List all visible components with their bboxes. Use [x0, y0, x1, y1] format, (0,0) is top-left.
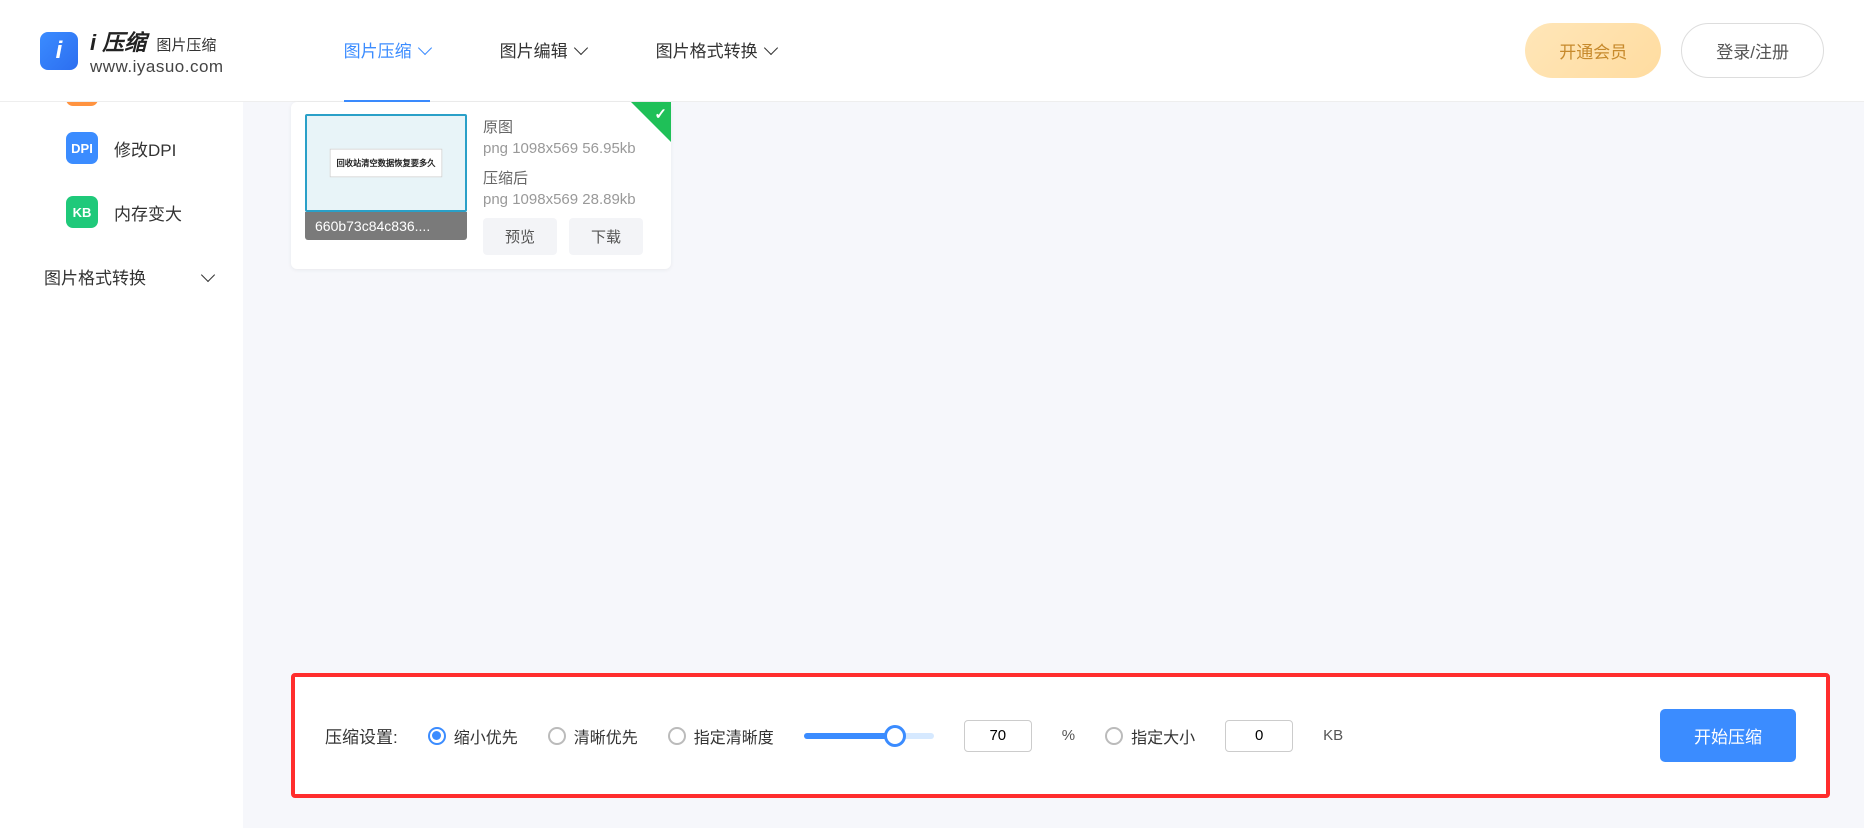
slider-thumb[interactable]	[884, 725, 906, 747]
radio-label: 清晰优先	[574, 724, 638, 748]
radio-icon	[548, 727, 566, 745]
original-info: png 1098x569 56.95kb	[483, 140, 657, 157]
radio-label: 指定大小	[1131, 724, 1195, 748]
file-card: 回收站清空数据恢复要多久 660b73c84c836.... 原图 png 10…	[291, 102, 671, 269]
sidebar-item-dpi[interactable]: DPI 修改DPI	[0, 116, 243, 180]
settings-label: 压缩设置:	[325, 723, 398, 748]
nav-label: 图片压缩	[344, 37, 412, 62]
login-button[interactable]: 登录/注册	[1681, 23, 1824, 78]
nav-image-compress[interactable]: 图片压缩	[344, 0, 430, 103]
chevron-down-icon	[764, 40, 778, 54]
logo-url: www.iyasuo.com	[90, 57, 224, 77]
size-unit: KB	[1323, 727, 1343, 744]
download-button[interactable]: 下载	[569, 218, 643, 255]
slider-fill	[804, 733, 895, 739]
sidebar-item-label: 内存变大	[114, 200, 182, 225]
nav-image-format[interactable]: 图片格式转换	[656, 0, 776, 103]
radio-icon	[428, 727, 446, 745]
size-input[interactable]	[1225, 720, 1293, 752]
logo-title: i 压缩	[90, 30, 146, 55]
logo-block[interactable]: i i 压缩 图片压缩 www.iyasuo.com	[40, 25, 224, 77]
start-compress-button[interactable]: 开始压缩	[1660, 709, 1796, 762]
nav-label: 图片格式转换	[656, 37, 758, 62]
chevron-down-icon	[201, 268, 215, 282]
thumbnail[interactable]: 回收站清空数据恢复要多久	[305, 114, 467, 212]
radio-size[interactable]: 指定大小	[1105, 724, 1195, 748]
check-icon	[631, 102, 671, 142]
logo-subtitle: 图片压缩	[156, 37, 216, 54]
radio-icon	[668, 727, 686, 745]
radio-shrink-first[interactable]: 缩小优先	[428, 724, 518, 748]
dpi-icon: DPI	[66, 132, 98, 164]
compressed-label: 压缩后	[483, 167, 657, 188]
chevron-down-icon	[418, 40, 432, 54]
radio-icon	[1105, 727, 1123, 745]
quality-unit: %	[1062, 727, 1075, 744]
compress-settings: 压缩设置: 缩小优先 清晰优先 指定清晰度 %	[291, 673, 1830, 798]
vip-button[interactable]: 开通会员	[1525, 23, 1661, 78]
nav-image-edit[interactable]: 图片编辑	[500, 0, 586, 103]
compressed-info: png 1098x569 28.89kb	[483, 191, 657, 208]
sidebar-icon	[66, 102, 98, 106]
sidebar-item-label: 修改DPI	[114, 136, 176, 161]
radio-quality[interactable]: 指定清晰度	[668, 724, 774, 748]
quality-slider[interactable]	[804, 733, 934, 739]
main-nav: 图片压缩 图片编辑 图片格式转换	[344, 0, 776, 103]
kb-icon: KB	[66, 196, 98, 228]
sidebar-group-format[interactable]: 图片格式转换	[0, 244, 243, 309]
radio-clear-first[interactable]: 清晰优先	[548, 724, 638, 748]
radio-label: 指定清晰度	[694, 724, 774, 748]
logo-icon: i	[40, 32, 78, 70]
sidebar-group-label: 图片格式转换	[44, 264, 146, 289]
sidebar-item-memory[interactable]: KB 内存变大	[0, 180, 243, 244]
chevron-down-icon	[574, 40, 588, 54]
preview-button[interactable]: 预览	[483, 218, 557, 255]
quality-input[interactable]	[964, 720, 1032, 752]
thumb-text: 回收站清空数据恢复要多久	[337, 157, 436, 169]
filename: 660b73c84c836....	[305, 212, 467, 240]
header: i i 压缩 图片压缩 www.iyasuo.com 图片压缩 图片编辑 图片格…	[0, 0, 1864, 102]
sidebar: DPI 修改DPI KB 内存变大 图片格式转换	[0, 102, 243, 828]
radio-label: 缩小优先	[454, 724, 518, 748]
sidebar-item-cutoff[interactable]	[0, 102, 243, 116]
nav-label: 图片编辑	[500, 37, 568, 62]
main-panel: 回收站清空数据恢复要多久 660b73c84c836.... 原图 png 10…	[243, 102, 1864, 828]
